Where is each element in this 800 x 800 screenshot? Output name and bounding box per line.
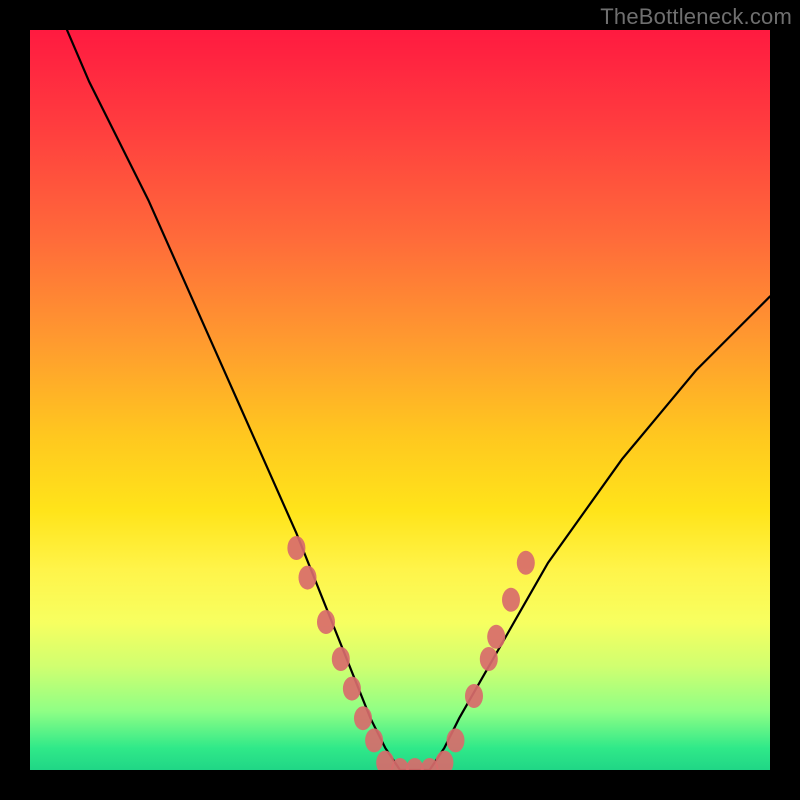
curve-marker <box>299 566 317 590</box>
watermark-text: TheBottleneck.com <box>600 4 792 30</box>
curve-marker <box>354 706 372 730</box>
plot-area <box>30 30 770 770</box>
curve-marker <box>517 551 535 575</box>
bottleneck-curve-line <box>67 30 770 770</box>
curve-marker <box>287 536 305 560</box>
chart-svg <box>30 30 770 770</box>
curve-marker <box>480 647 498 671</box>
curve-marker <box>365 728 383 752</box>
curve-marker <box>332 647 350 671</box>
curve-marker <box>317 610 335 634</box>
curve-marker <box>487 625 505 649</box>
curve-marker <box>435 751 453 770</box>
curve-marker <box>343 677 361 701</box>
chart-frame: TheBottleneck.com <box>0 0 800 800</box>
curve-marker <box>502 588 520 612</box>
curve-marker <box>465 684 483 708</box>
curve-marker <box>447 728 465 752</box>
